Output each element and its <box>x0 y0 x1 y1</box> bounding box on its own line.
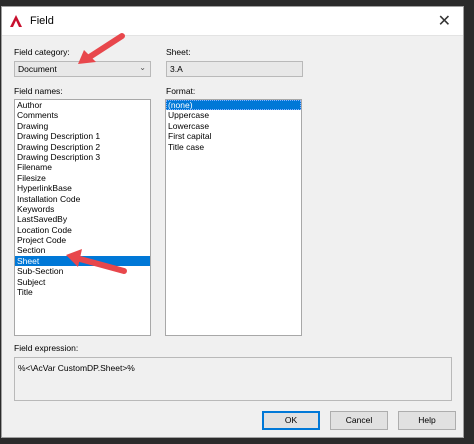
help-button[interactable]: Help <box>398 411 456 430</box>
list-item-selected[interactable]: (none) <box>166 100 301 111</box>
list-item[interactable]: Drawing Description 1 <box>15 131 150 141</box>
list-item[interactable]: Title <box>15 287 150 297</box>
list-item[interactable]: Keywords <box>15 204 150 214</box>
ok-button[interactable]: OK <box>262 411 320 430</box>
format-label: Format: <box>166 86 196 96</box>
sheet-value-field: 3.A <box>166 61 303 77</box>
cancel-button[interactable]: Cancel <box>330 411 388 430</box>
sheet-value: 3.A <box>170 64 183 74</box>
list-item[interactable]: Project Code <box>15 235 150 245</box>
field-expression-value: %<\AcVar CustomDP.Sheet>% <box>18 363 135 373</box>
list-item[interactable]: First capital <box>166 131 301 141</box>
window-title: Field <box>30 15 54 27</box>
list-item-selected[interactable]: Sheet <box>15 255 150 267</box>
sheet-label: Sheet: <box>166 47 191 57</box>
list-item[interactable]: Location Code <box>15 225 150 235</box>
list-item[interactable]: Sub-Section <box>15 266 150 276</box>
chevron-down-icon[interactable]: ⌄ <box>139 63 146 72</box>
field-expression-box: %<\AcVar CustomDP.Sheet>% <box>14 357 452 401</box>
list-item[interactable]: Lowercase <box>166 121 301 131</box>
list-item[interactable]: Installation Code <box>15 194 150 204</box>
field-category-value: Document <box>18 64 57 74</box>
list-item[interactable]: LastSavedBy <box>15 214 150 224</box>
list-item[interactable]: Title case <box>166 142 301 152</box>
field-dialog: Field ✕ Field category: Document ⌄ Sheet… <box>1 6 464 438</box>
list-item[interactable]: Drawing Description 2 <box>15 142 150 152</box>
list-item[interactable]: Author <box>15 100 150 110</box>
list-item[interactable]: Filesize <box>15 173 150 183</box>
field-names-label: Field names: <box>14 86 63 96</box>
list-item[interactable]: Subject <box>15 277 150 287</box>
autocad-logo-icon <box>10 15 22 27</box>
list-item[interactable]: Comments <box>15 110 150 120</box>
list-item[interactable]: Drawing <box>15 121 150 131</box>
field-names-list[interactable]: Author Comments Drawing Drawing Descript… <box>14 99 151 336</box>
title-bar[interactable]: Field ✕ <box>2 7 463 36</box>
field-expression-label: Field expression: <box>14 343 79 353</box>
field-category-label: Field category: <box>14 47 70 57</box>
close-icon[interactable]: ✕ <box>438 11 451 31</box>
field-category-dropdown[interactable]: Document ⌄ <box>14 61 151 77</box>
list-item[interactable]: Section <box>15 245 150 255</box>
list-item[interactable]: Uppercase <box>166 110 301 120</box>
list-item[interactable]: HyperlinkBase <box>15 183 150 193</box>
format-list[interactable]: (none) Uppercase Lowercase First capital… <box>165 99 302 336</box>
list-item[interactable]: Drawing Description 3 <box>15 152 150 162</box>
list-item[interactable]: Filename <box>15 162 150 172</box>
